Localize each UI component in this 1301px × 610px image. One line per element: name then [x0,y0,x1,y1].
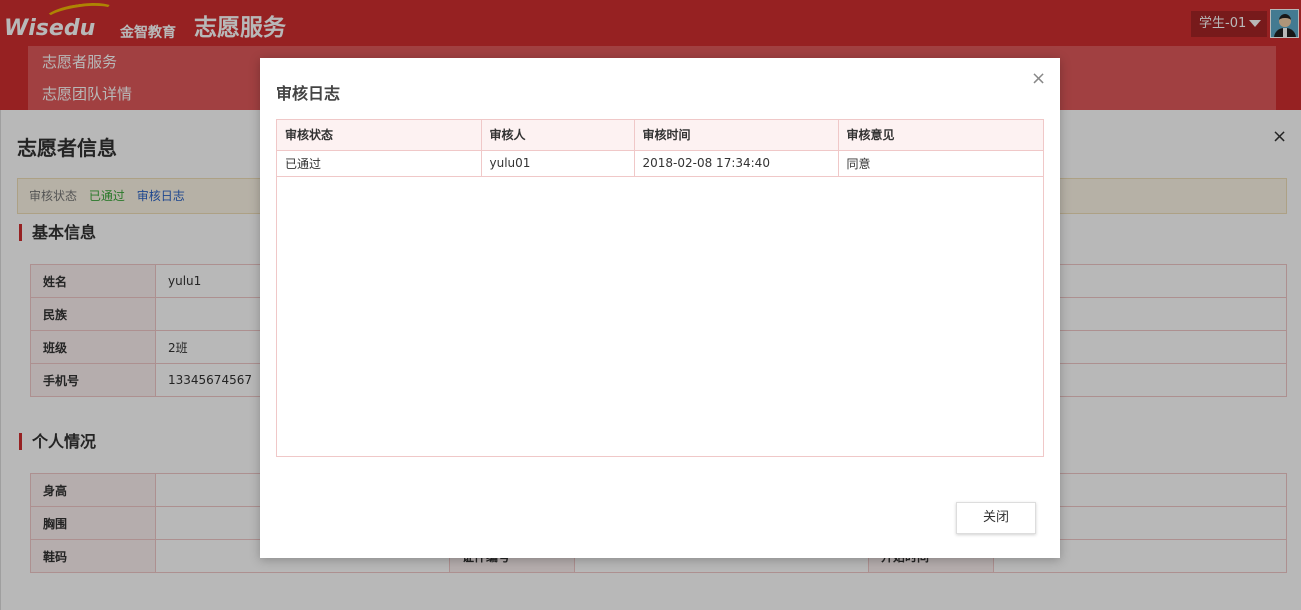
cell-auditor: yulu01 [481,150,635,177]
audit-log-grid: 审核状态 审核人 审核时间 审核意见 已通过 yulu01 2018-02-08… [276,119,1044,457]
table-row[interactable]: 已通过 yulu01 2018-02-08 17:34:40 同意 [277,150,1044,177]
column-header-time[interactable]: 审核时间 [634,120,839,151]
audit-log-table: 审核状态 审核人 审核时间 审核意见 已通过 yulu01 2018-02-08… [277,120,1044,177]
table-header-row: 审核状态 审核人 审核时间 审核意见 [277,120,1044,151]
cell-time: 2018-02-08 17:34:40 [634,150,839,177]
dialog-title: 审核日志 [276,84,341,103]
column-header-opinion[interactable]: 审核意见 [838,120,1044,151]
audit-log-dialog: 审核日志 × 审核状态 审核人 审核时间 审核意见 已通过 yulu01 201… [260,58,1060,558]
cell-status: 已通过 [277,150,482,177]
cell-opinion: 同意 [838,150,1044,177]
close-button[interactable]: 关闭 [956,502,1036,534]
dialog-close-icon[interactable]: × [1031,68,1046,89]
column-header-status[interactable]: 审核状态 [277,120,482,151]
column-header-auditor[interactable]: 审核人 [481,120,635,151]
